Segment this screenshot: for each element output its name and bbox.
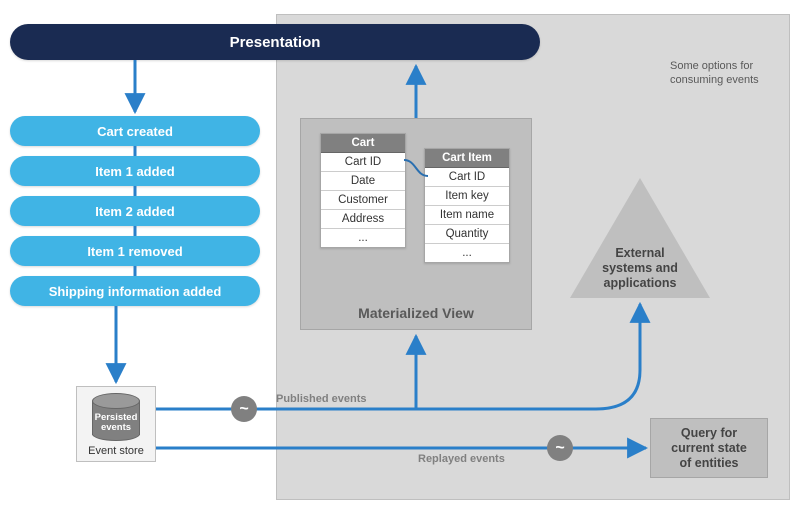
svg-text:~: ~ [239, 401, 248, 418]
cylinder-label: Persistedevents [92, 413, 140, 433]
cart-table-row: Customer [321, 191, 405, 210]
note-line: Some options for [670, 60, 780, 72]
event-pill: Item 1 removed [10, 236, 260, 266]
cart-table-row: Cart ID [321, 153, 405, 172]
materialized-view-title: Materialized View [301, 305, 531, 321]
presentation-bar: Presentation [10, 24, 540, 60]
event-pill: Cart created [10, 116, 260, 146]
query-box: Query forcurrent stateof entities [650, 418, 768, 478]
note-line: consuming events [670, 74, 780, 86]
cart-table-row: Address [321, 210, 405, 229]
event-store-caption: Event store [81, 445, 151, 457]
cart-table: Cart Cart ID Date Customer Address ... [320, 133, 406, 248]
cart-item-table-row: Cart ID [425, 168, 509, 187]
cart-item-table: Cart Item Cart ID Item key Item name Qua… [424, 148, 510, 263]
event-store: Persistedevents Event store [76, 386, 156, 462]
cart-table-header: Cart [321, 134, 405, 153]
cart-item-table-row: Item name [425, 206, 509, 225]
cylinder-icon: Persistedevents [92, 393, 140, 441]
cart-table-row: ... [321, 229, 405, 247]
cart-item-table-row: Item key [425, 187, 509, 206]
cart-item-table-row: Quantity [425, 225, 509, 244]
event-pill: Item 1 added [10, 156, 260, 186]
external-systems-label: Externalsystems andapplications [590, 246, 690, 291]
event-pill: Item 2 added [10, 196, 260, 226]
cart-item-table-header: Cart Item [425, 149, 509, 168]
cart-table-row: Date [321, 172, 405, 191]
presentation-label: Presentation [230, 34, 321, 51]
cart-item-table-row: ... [425, 244, 509, 262]
event-pill: Shipping information added [10, 276, 260, 306]
table-join-connector [398, 154, 434, 184]
